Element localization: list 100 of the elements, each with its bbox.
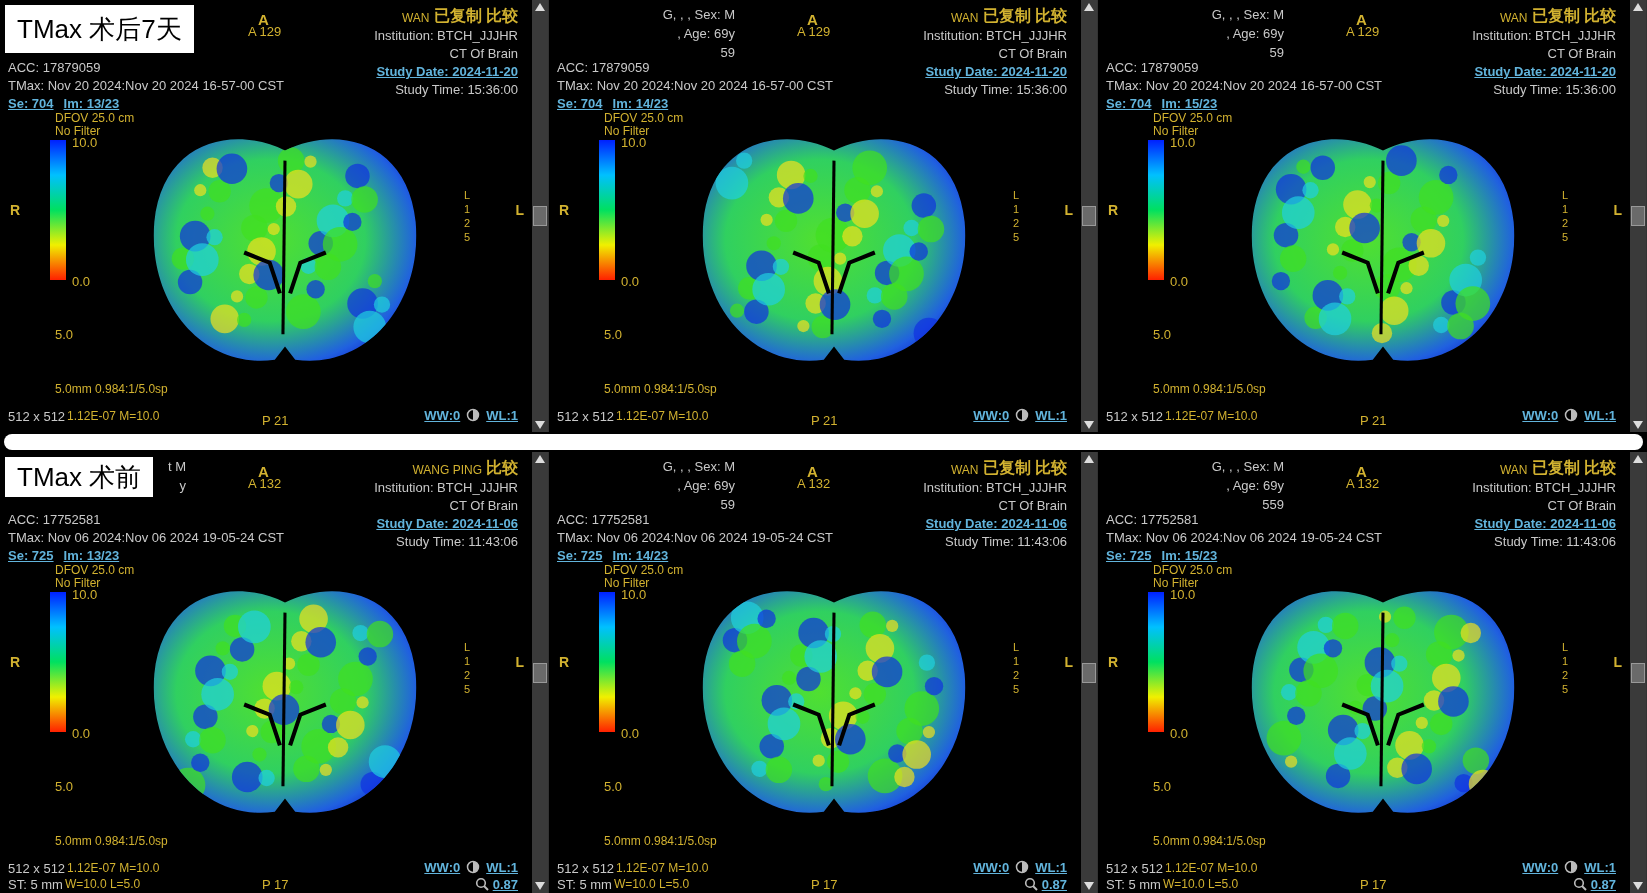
scroll-thumb[interactable]	[1631, 662, 1645, 683]
ruler-mark-text: L	[463, 190, 470, 201]
scale-max-text: 10.0	[1170, 588, 1196, 601]
accession-text: ACC: 17879059	[1106, 61, 1200, 74]
scrollbar[interactable]	[532, 0, 548, 432]
scroll-thumb[interactable]	[1082, 662, 1096, 683]
series-link[interactable]: Se: 704	[8, 97, 54, 110]
window-level-link[interactable]: WL:1	[486, 860, 518, 874]
contrast-icon[interactable]	[1564, 408, 1579, 422]
image-index-link[interactable]: Im: 13/23	[63, 97, 120, 110]
window-width-link[interactable]: WW:0	[973, 860, 1010, 874]
series-link[interactable]: Se: 704	[1106, 97, 1152, 110]
series-link[interactable]: Se: 725	[557, 549, 603, 562]
window-width-link[interactable]: WW:0	[1522, 860, 1559, 874]
study-time-text: Study Time: 15:36:00	[395, 83, 518, 96]
contrast-icon[interactable]	[1564, 860, 1579, 874]
scroll-up-icon[interactable]	[535, 455, 545, 463]
scroll-thumb[interactable]	[1082, 206, 1096, 226]
scroll-down-icon[interactable]	[535, 421, 545, 429]
window-level-link[interactable]: WL:1	[1584, 408, 1616, 422]
dfov-text: DFOV 25.0 cm	[604, 564, 684, 576]
image-index-link[interactable]: Im: 15/23	[1161, 97, 1218, 110]
scroll-up-icon[interactable]	[1633, 3, 1643, 11]
scrollbar[interactable]	[1630, 452, 1646, 893]
series-link[interactable]: Se: 704	[557, 97, 603, 110]
right-side-label: R	[10, 655, 21, 669]
patient-info-text: G, , , Sex: M	[662, 8, 735, 21]
slice-position-text: A 129	[797, 25, 831, 38]
contrast-icon[interactable]	[466, 408, 481, 422]
scrollbar[interactable]	[532, 452, 548, 893]
ruler-mark-text: 5	[463, 684, 470, 695]
window-level-link[interactable]: WL:1	[1035, 860, 1067, 874]
matrix-size-text: 512 x 512	[557, 410, 615, 423]
image-index-link[interactable]: Im: 14/23	[612, 549, 669, 562]
image-index-link[interactable]: Im: 14/23	[612, 97, 669, 110]
zoom-factor-link[interactable]: 0.87	[1041, 877, 1067, 891]
scroll-down-icon[interactable]	[1633, 421, 1643, 429]
patient-name-text: WAN	[951, 464, 979, 476]
ruler-mark-text: 1	[1561, 204, 1568, 215]
zoom-icon[interactable]	[474, 877, 489, 891]
scrollbar[interactable]	[1081, 452, 1097, 893]
scroll-down-icon[interactable]	[1084, 421, 1094, 429]
patient-name-text: WAN	[402, 12, 430, 24]
scroll-up-icon[interactable]	[535, 3, 545, 11]
window-width-link[interactable]: WW:0	[424, 860, 461, 874]
scrollbar[interactable]	[1630, 0, 1646, 432]
study-date-link[interactable]: Study Date: 2024-11-20	[376, 65, 518, 78]
scroll-thumb[interactable]	[533, 662, 547, 683]
scroll-up-icon[interactable]	[1084, 3, 1094, 11]
study-time-text: Study Time: 15:36:00	[1493, 83, 1616, 96]
study-date-link[interactable]: Study Date: 2024-11-06	[376, 517, 518, 530]
scale-min-text: 0.0	[1170, 275, 1189, 288]
right-side-label: R	[1108, 203, 1119, 217]
zoom-icon[interactable]	[1572, 877, 1587, 891]
window-level-link[interactable]: WL:1	[1584, 860, 1616, 874]
scroll-down-icon[interactable]	[1633, 882, 1643, 890]
study-date-link[interactable]: Study Date: 2024-11-20	[925, 65, 1067, 78]
study-date-link[interactable]: Study Date: 2024-11-20	[1474, 65, 1616, 78]
filter-text: No Filter	[604, 577, 650, 589]
right-side-label: R	[559, 203, 570, 217]
window-width-link[interactable]: WW:0	[973, 408, 1010, 422]
institution-text: Institution: BTCH_JJJHR	[1472, 481, 1616, 494]
scroll-down-icon[interactable]	[535, 882, 545, 890]
zoom-factor-link[interactable]: 0.87	[1590, 877, 1616, 891]
window-level-link[interactable]: WL:1	[486, 408, 518, 422]
study-date-link[interactable]: Study Date: 2024-11-06	[1474, 517, 1616, 530]
zoom-factor-link[interactable]: 0.87	[492, 877, 518, 891]
study-date-link[interactable]: Study Date: 2024-11-06	[925, 517, 1067, 530]
slice-position-text: A 129	[248, 25, 282, 38]
contrast-icon[interactable]	[1015, 408, 1030, 422]
ruler-mark-text: 1	[463, 204, 470, 215]
scroll-up-icon[interactable]	[1633, 455, 1643, 463]
bottom-position-text: P 21	[262, 414, 289, 427]
patient-info-text: t M	[167, 460, 186, 473]
window-width-link[interactable]: WW:0	[424, 408, 461, 422]
matrix-size-text: 512 x 512	[1106, 862, 1164, 875]
protocol-text: CT Of Brain	[998, 499, 1067, 512]
scale-min-text: 0.0	[621, 727, 640, 740]
scroll-down-icon[interactable]	[1084, 882, 1094, 890]
image-index-link[interactable]: Im: 15/23	[1161, 549, 1218, 562]
series-link[interactable]: Se: 725	[8, 549, 54, 562]
scroll-up-icon[interactable]	[1084, 455, 1094, 463]
right-side-label: R	[10, 203, 21, 217]
contrast-icon[interactable]	[1015, 860, 1030, 874]
ruler-mark-text: 2	[463, 218, 470, 229]
scrollbar[interactable]	[1081, 0, 1097, 432]
dfov-text: DFOV 25.0 cm	[55, 564, 135, 576]
left-side-label: L	[1613, 655, 1622, 669]
scroll-thumb[interactable]	[533, 206, 547, 226]
patient-info-text: , Age: 69y	[1226, 479, 1284, 492]
scale-min-text: 0.0	[621, 275, 640, 288]
patient-info-text: G, , , Sex: M	[1211, 460, 1284, 473]
filter-text: No Filter	[604, 125, 650, 137]
contrast-icon[interactable]	[466, 860, 481, 874]
window-level-link[interactable]: WL:1	[1035, 408, 1067, 422]
zoom-icon[interactable]	[1023, 877, 1038, 891]
image-index-link[interactable]: Im: 13/23	[63, 549, 120, 562]
scroll-thumb[interactable]	[1631, 206, 1645, 226]
series-link[interactable]: Se: 725	[1106, 549, 1152, 562]
window-width-link[interactable]: WW:0	[1522, 408, 1559, 422]
